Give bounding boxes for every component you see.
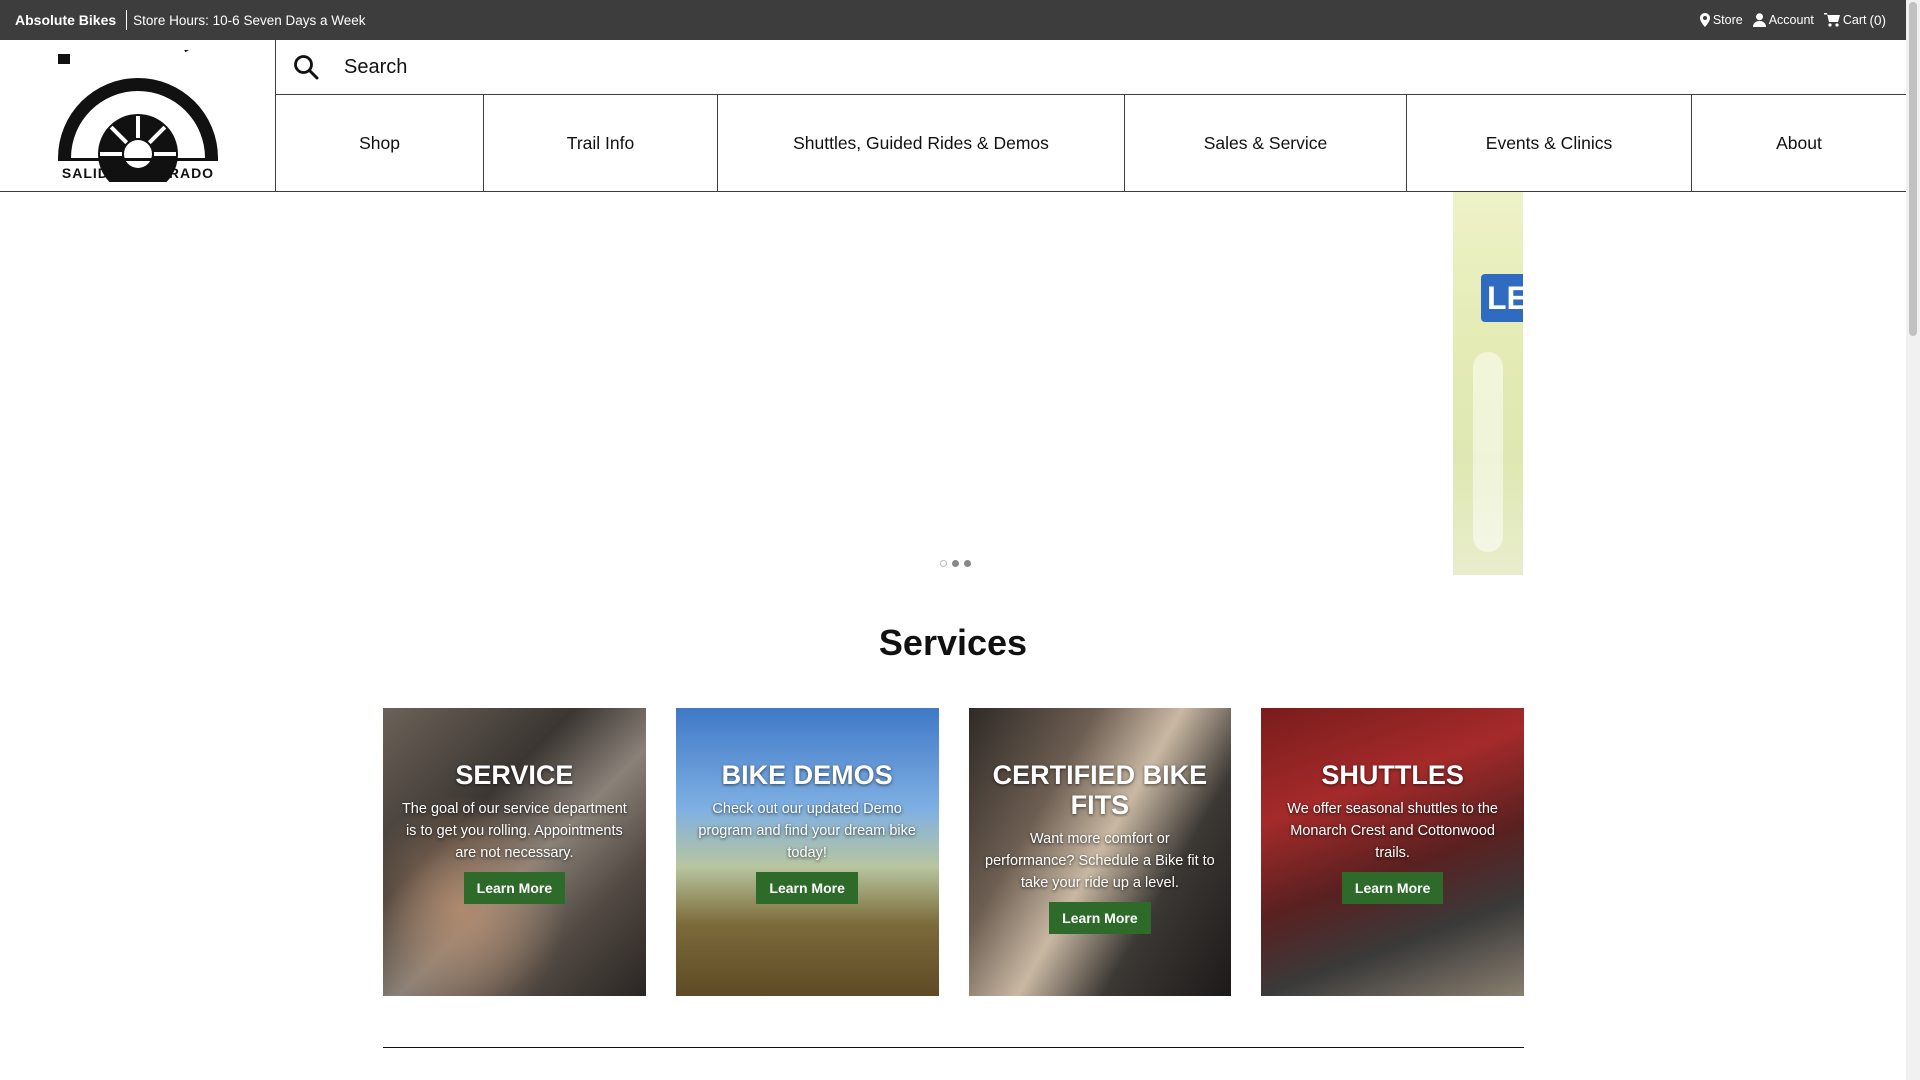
search-bar — [276, 40, 1906, 95]
account-label: Account — [1768, 13, 1814, 27]
nav-item-events-clinics[interactable]: Events & Clinics — [1407, 95, 1692, 191]
account-link[interactable]: Account — [1752, 13, 1814, 27]
search-input[interactable] — [344, 42, 1744, 92]
section-divider — [383, 1047, 1524, 1048]
card-title: BIKE DEMOS — [721, 760, 893, 790]
nav-item-trail-info[interactable]: Trail Info — [484, 95, 718, 191]
main-nav: Shop Trail Info Shuttles, Guided Rides &… — [276, 95, 1906, 191]
card-text: Check out our updated Demo program and f… — [698, 801, 916, 861]
service-card-shuttles[interactable]: SHUTTLES We offer seasonal shuttles to t… — [1261, 708, 1524, 996]
store-hours: Store Hours: 10-6 Seven Days a Week — [133, 12, 366, 28]
page-scrollbar[interactable] — [1906, 0, 1920, 1080]
services-heading: Services — [878, 622, 1028, 663]
card-title: SHUTTLES — [1321, 760, 1464, 790]
slide-badge: LE — [1481, 274, 1523, 322]
logo-subtext: SALIDA COLORADO — [61, 165, 213, 181]
service-card-bike-demos[interactable]: BIKE DEMOS Check out our updated Demo pr… — [675, 708, 939, 996]
map-pin-icon — [1699, 13, 1710, 27]
service-card-service[interactable]: SERVICE The goal of our service departme… — [383, 708, 646, 996]
learn-more-button[interactable]: Learn More — [463, 872, 566, 904]
site-header: SALIDA COLORADO Shop Trail Info Shuttles… — [0, 40, 1906, 192]
card-title: SERVICE — [455, 760, 574, 790]
carousel-dot-1[interactable] — [940, 560, 947, 567]
nav-item-shuttles[interactable]: Shuttles, Guided Rides & Demos — [718, 95, 1125, 191]
topbar-divider — [126, 10, 128, 30]
scrollbar-thumb[interactable] — [1909, 2, 1917, 336]
hero-carousel[interactable]: LE — [0, 192, 1906, 575]
top-utility-bar: Absolute Bikes Store Hours: 10-6 Seven D… — [0, 0, 1906, 40]
site-logo[interactable]: SALIDA COLORADO — [0, 40, 276, 192]
cart-count: (0) — [1869, 12, 1887, 28]
carousel-dots — [940, 560, 971, 567]
nav-item-sales-service[interactable]: Sales & Service — [1125, 95, 1407, 191]
learn-more-button[interactable]: Learn More — [1341, 872, 1444, 904]
absolute-bikes-logo: SALIDA COLORADO — [57, 50, 218, 182]
card-text: We offer seasonal shuttles to the Monarc… — [1287, 801, 1498, 861]
carousel-dot-2[interactable] — [952, 560, 959, 567]
brand-name[interactable]: Absolute Bikes — [15, 12, 116, 28]
store-link[interactable]: Store — [1699, 13, 1743, 27]
cart-icon — [1823, 13, 1840, 27]
carousel-next-slide-peek: LE — [1453, 192, 1523, 575]
topbar-links: Store Account Cart (0) — [1699, 0, 1887, 40]
carousel-dot-3[interactable] — [964, 560, 971, 567]
search-icon[interactable] — [276, 54, 336, 80]
user-icon — [1752, 13, 1766, 27]
service-card-bike-fits[interactable]: CERTIFIED BIKE FITS Want more comfort or… — [968, 708, 1232, 996]
cart-label: Cart — [1842, 13, 1867, 27]
cart-link[interactable]: Cart (0) — [1823, 12, 1887, 28]
nav-item-shop[interactable]: Shop — [276, 95, 484, 191]
card-title: CERTIFIED BIKE FITS — [992, 760, 1208, 820]
nav-item-about[interactable]: About — [1692, 95, 1906, 191]
store-label: Store — [1712, 13, 1743, 27]
learn-more-button[interactable]: Learn More — [756, 872, 858, 904]
services-cards: SERVICE The goal of our service departme… — [383, 708, 1524, 996]
slide-graphic — [1473, 352, 1503, 552]
card-text: The goal of our service department is to… — [401, 801, 627, 861]
learn-more-button[interactable]: Learn More — [1049, 902, 1151, 934]
card-text: Want more comfort or performance? Schedu… — [985, 831, 1215, 891]
